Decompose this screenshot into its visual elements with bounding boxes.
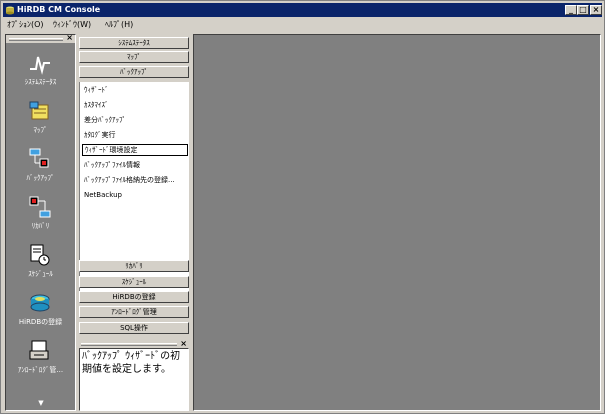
grip-line bbox=[9, 38, 63, 41]
shortcut-label: ｼｽﾃﾑｽﾃｰﾀｽ bbox=[24, 78, 57, 86]
category-unload-log[interactable]: ｱﾝﾛｰﾄﾞﾛｸﾞ管理 bbox=[79, 306, 189, 318]
shortcut-system-status[interactable]: ｼｽﾃﾑｽﾃｰﾀｽ bbox=[6, 47, 75, 93]
shortcut-label: ｱﾝﾛｰﾄﾞﾛｸﾞ管... bbox=[17, 366, 64, 374]
minimize-button[interactable]: _ bbox=[565, 5, 577, 15]
shortcut-bar: × ｼｽﾃﾑｽﾃｰﾀｽ ﾏｯﾌﾟ ﾊﾞｯｸｱｯﾌﾟ ﾘｶﾊﾞﾘ ｽｹｼﾞｭｰﾙ … bbox=[5, 34, 76, 411]
menu-options[interactable]: ｵﾌﾟｼｮﾝ(O) bbox=[7, 18, 44, 32]
menu-window[interactable]: ｳｨﾝﾄﾞｳ(W) bbox=[53, 18, 91, 32]
description-text: ﾊﾞｯｸｱｯﾌﾟ ｳｨｻﾞｰﾄﾞの初期値を設定します。 bbox=[79, 348, 189, 411]
shortcut-label: ﾘｶﾊﾞﾘ bbox=[31, 222, 50, 230]
category-schedule[interactable]: ｽｹｼﾞｭｰﾙ bbox=[79, 276, 189, 288]
list-item-selected[interactable]: ｳｨｻﾞｰﾄﾞ環境設定 bbox=[82, 144, 188, 156]
hirdb-register-icon bbox=[30, 294, 50, 312]
system-status-icon bbox=[30, 56, 50, 75]
maximize-button[interactable]: □ bbox=[577, 5, 589, 15]
desc-grip[interactable] bbox=[81, 343, 177, 346]
shortcut-map[interactable]: ﾏｯﾌﾟ bbox=[6, 95, 75, 141]
list-item[interactable]: NetBackup bbox=[84, 189, 188, 201]
shortcut-recovery[interactable]: ﾘｶﾊﾞﾘ bbox=[6, 191, 75, 237]
app-window: HiRDB CM Console _ □ × ｵﾌﾟｼｮﾝ(O) ｳｨﾝﾄﾞｳ(… bbox=[0, 0, 605, 414]
category-sql[interactable]: SQL操作 bbox=[79, 322, 189, 334]
schedule-icon bbox=[30, 244, 50, 266]
shortcut-label: ﾏｯﾌﾟ bbox=[33, 126, 48, 134]
category-recovery[interactable]: ﾘｶﾊﾞﾘ bbox=[79, 260, 189, 272]
app-icon bbox=[6, 6, 14, 15]
unload-log-icon bbox=[29, 340, 49, 360]
list-item[interactable]: ｶﾀﾛｸﾞ実行 bbox=[84, 129, 188, 141]
list-item[interactable]: ｳｨｻﾞｰﾄﾞ bbox=[84, 84, 188, 96]
list-item[interactable]: ﾊﾞｯｸｱｯﾌﾟﾌｧｲﾙ格納先の登録... bbox=[84, 174, 188, 186]
maximize-icon: □ bbox=[579, 5, 587, 14]
list-item[interactable]: ﾊﾞｯｸｱｯﾌﾟﾌｧｲﾙ情報 bbox=[84, 159, 188, 171]
recovery-icon bbox=[29, 196, 51, 218]
shortcut-schedule[interactable]: ｽｹｼﾞｭｰﾙ bbox=[6, 239, 75, 285]
title-bar[interactable]: HiRDB CM Console _ □ × bbox=[3, 3, 602, 17]
description-panel: × ﾊﾞｯｸｱｯﾌﾟ ｳｨｻﾞｰﾄﾞの初期値を設定します。 bbox=[79, 339, 189, 411]
map-icon bbox=[29, 101, 49, 120]
close-icon: × bbox=[592, 5, 600, 14]
shortcut-unload-log[interactable]: ｱﾝﾛｰﾄﾞﾛｸﾞ管... bbox=[6, 335, 75, 381]
pane-grip[interactable]: × bbox=[6, 35, 75, 43]
scroll-down-icon[interactable]: ▼ bbox=[36, 399, 46, 407]
shortcut-hirdb-register[interactable]: HiRDBの登録 bbox=[6, 287, 75, 333]
shortcut-label: ﾊﾞｯｸｱｯﾌﾟ bbox=[26, 174, 55, 182]
category-backup[interactable]: ﾊﾞｯｸｱｯﾌﾟ bbox=[79, 66, 189, 78]
list-item[interactable]: ｶｽﾀﾏｲｽﾞ bbox=[84, 99, 188, 111]
description-close-icon[interactable]: × bbox=[180, 339, 187, 348]
window-title: HiRDB CM Console bbox=[17, 5, 101, 14]
category-hirdb-register[interactable]: HiRDBの登録 bbox=[79, 291, 189, 303]
shortcut-backup[interactable]: ﾊﾞｯｸｱｯﾌﾟ bbox=[6, 143, 75, 189]
workspace-area bbox=[193, 34, 601, 411]
menu-help[interactable]: ﾍﾙﾌﾟ(H) bbox=[105, 18, 133, 32]
close-button[interactable]: × bbox=[590, 5, 602, 15]
minimize-icon: _ bbox=[569, 5, 573, 14]
shortcut-label: ｽｹｼﾞｭｰﾙ bbox=[28, 270, 53, 278]
shortcut-label: HiRDBの登録 bbox=[18, 318, 63, 326]
category-system-status[interactable]: ｼｽﾃﾑｽﾃｰﾀｽ bbox=[79, 37, 189, 49]
menu-bar: ｵﾌﾟｼｮﾝ(O) ｳｨﾝﾄﾞｳ(W) ﾍﾙﾌﾟ(H) bbox=[3, 18, 602, 32]
pane-close-icon[interactable]: × bbox=[66, 35, 73, 42]
backup-icon bbox=[29, 148, 49, 168]
list-item[interactable]: 差分ﾊﾞｯｸｱｯﾌﾟ bbox=[84, 114, 188, 126]
category-map[interactable]: ﾏｯﾌﾟ bbox=[79, 51, 189, 63]
